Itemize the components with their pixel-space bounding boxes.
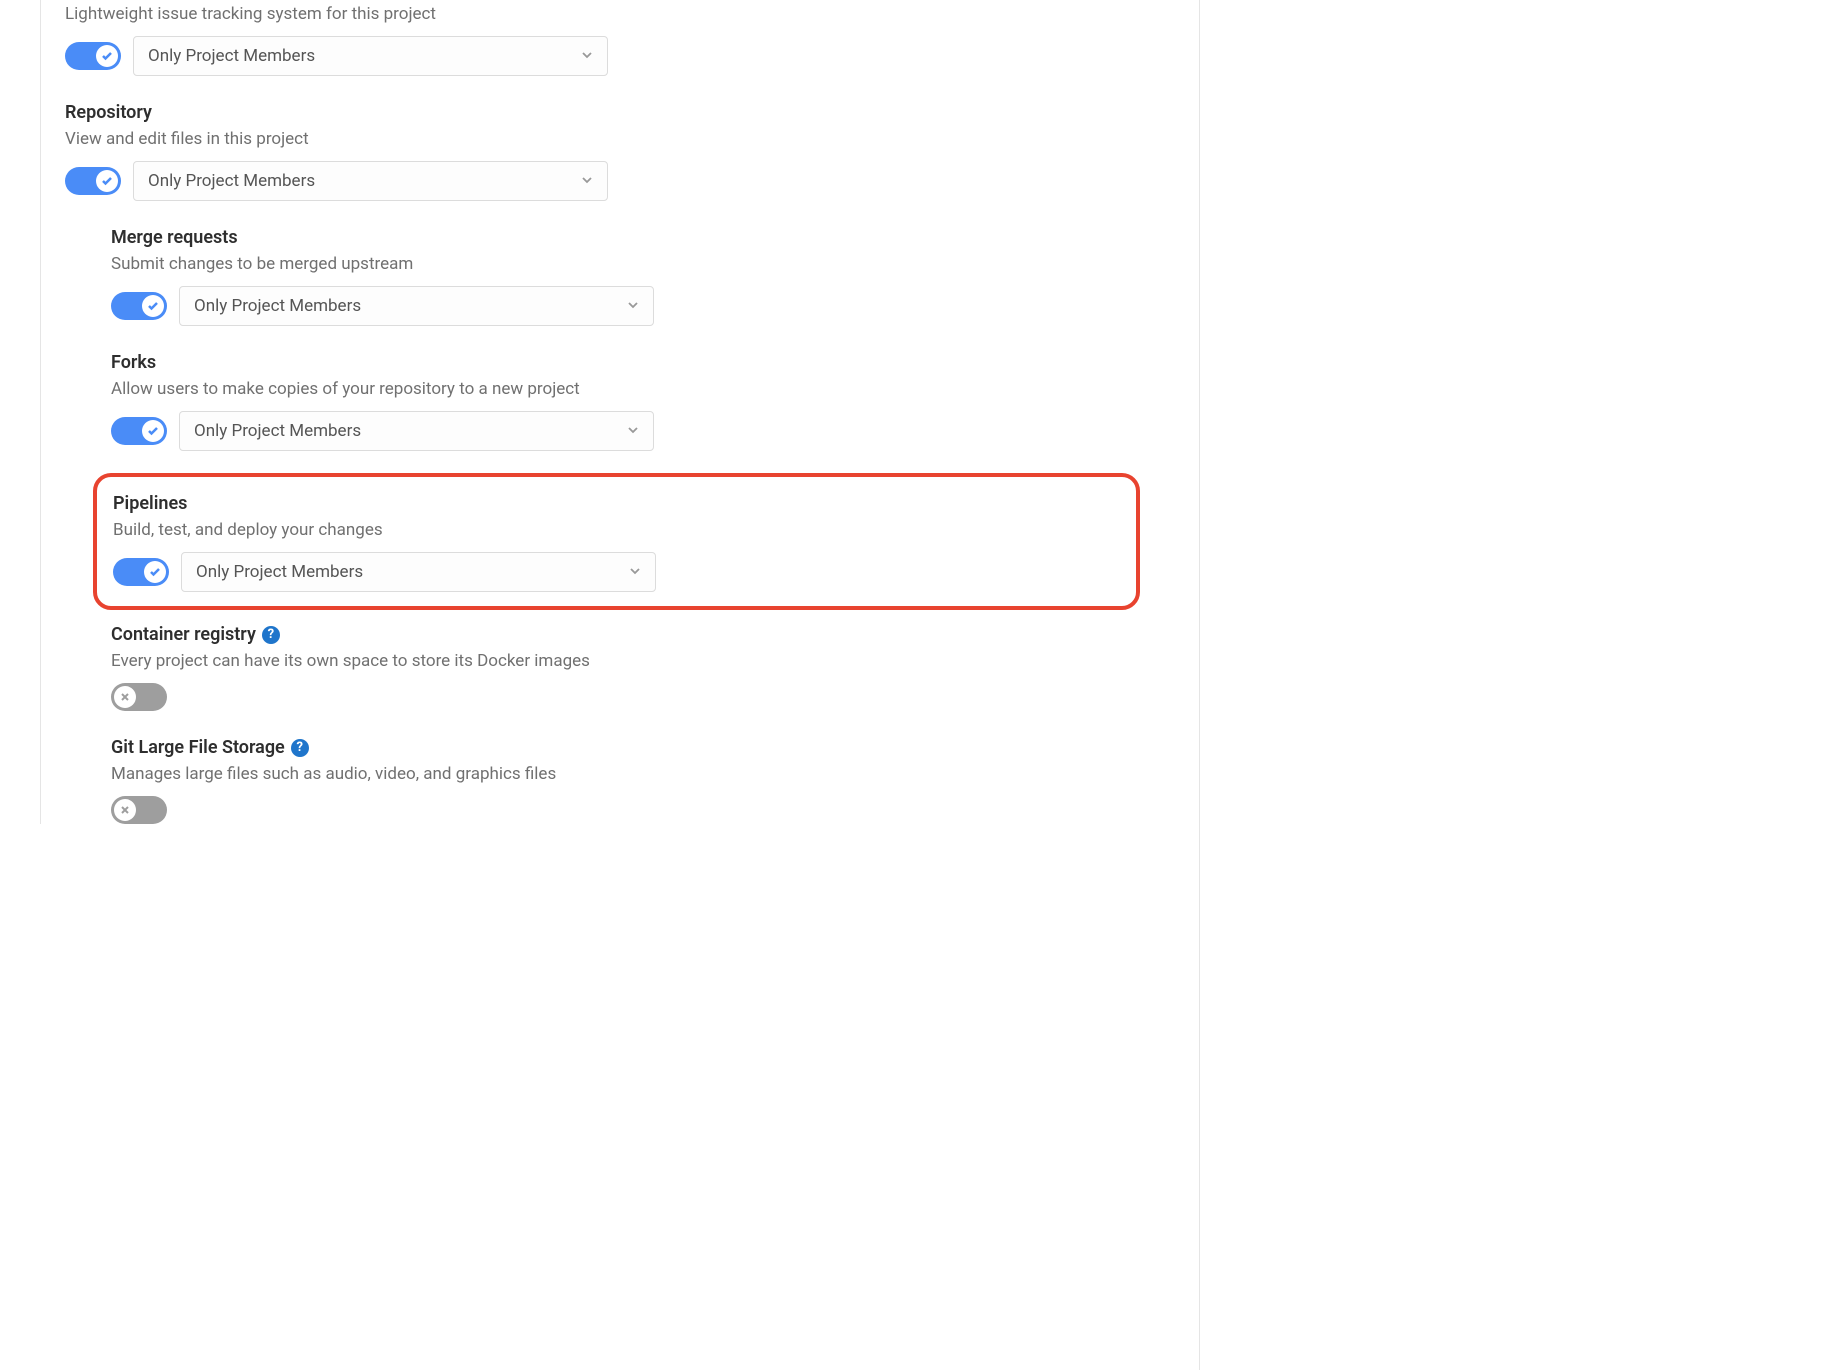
forks-visibility-select[interactable]: Only Project Members bbox=[179, 411, 654, 451]
forks-title: Forks bbox=[111, 352, 1160, 373]
chevron-down-icon bbox=[627, 421, 639, 441]
container-registry-description: Every project can have its own space to … bbox=[111, 651, 1160, 671]
merge-requests-visibility-select[interactable]: Only Project Members bbox=[179, 286, 654, 326]
check-icon bbox=[142, 295, 164, 317]
forks-description: Allow users to make copies of your repos… bbox=[111, 379, 1160, 399]
select-value: Only Project Members bbox=[194, 421, 361, 441]
issues-visibility-select[interactable]: Only Project Members bbox=[133, 36, 608, 76]
pipelines-description: Build, test, and deploy your changes bbox=[113, 520, 1120, 540]
git-lfs-title: Git Large File Storage ? bbox=[111, 737, 1160, 758]
help-icon[interactable]: ? bbox=[262, 626, 280, 644]
check-icon bbox=[142, 420, 164, 442]
container-registry-title: Container registry ? bbox=[111, 624, 1160, 645]
merge-requests-description: Submit changes to be merged upstream bbox=[111, 254, 1160, 274]
repository-toggle[interactable] bbox=[65, 167, 121, 195]
check-icon bbox=[144, 561, 166, 583]
issues-description: Lightweight issue tracking system for th… bbox=[65, 4, 1160, 24]
pipelines-visibility-select[interactable]: Only Project Members bbox=[181, 552, 656, 592]
git-lfs-toggle[interactable] bbox=[111, 796, 167, 824]
chevron-down-icon bbox=[627, 296, 639, 316]
select-value: Only Project Members bbox=[194, 296, 361, 316]
merge-requests-toggle[interactable] bbox=[111, 292, 167, 320]
select-value: Only Project Members bbox=[148, 46, 315, 66]
merge-requests-section: Merge requests Submit changes to be merg… bbox=[111, 223, 1160, 326]
x-icon bbox=[114, 799, 136, 821]
pipelines-highlight-box: Pipelines Build, test, and deploy your c… bbox=[93, 473, 1140, 610]
check-icon bbox=[96, 170, 118, 192]
chevron-down-icon bbox=[629, 562, 641, 582]
container-registry-toggle[interactable] bbox=[111, 683, 167, 711]
merge-requests-title: Merge requests bbox=[111, 227, 1160, 248]
issues-section: Lightweight issue tracking system for th… bbox=[65, 0, 1160, 76]
chevron-down-icon bbox=[581, 171, 593, 191]
issues-toggle[interactable] bbox=[65, 42, 121, 70]
forks-toggle[interactable] bbox=[111, 417, 167, 445]
x-icon bbox=[114, 686, 136, 708]
git-lfs-description: Manages large files such as audio, video… bbox=[111, 764, 1160, 784]
repository-description: View and edit files in this project bbox=[65, 129, 1160, 149]
check-icon bbox=[96, 45, 118, 67]
select-value: Only Project Members bbox=[196, 562, 363, 582]
forks-section: Forks Allow users to make copies of your… bbox=[111, 348, 1160, 451]
container-registry-section: Container registry ? Every project can h… bbox=[111, 620, 1160, 711]
pipelines-title: Pipelines bbox=[113, 493, 1120, 514]
chevron-down-icon bbox=[581, 46, 593, 66]
repository-section: Repository View and edit files in this p… bbox=[65, 98, 1160, 201]
pipelines-section: Pipelines Build, test, and deploy your c… bbox=[113, 489, 1120, 592]
git-lfs-section: Git Large File Storage ? Manages large f… bbox=[111, 733, 1160, 824]
repository-title: Repository bbox=[65, 102, 1160, 123]
repository-visibility-select[interactable]: Only Project Members bbox=[133, 161, 608, 201]
pipelines-toggle[interactable] bbox=[113, 558, 169, 586]
select-value: Only Project Members bbox=[148, 171, 315, 191]
help-icon[interactable]: ? bbox=[291, 739, 309, 757]
